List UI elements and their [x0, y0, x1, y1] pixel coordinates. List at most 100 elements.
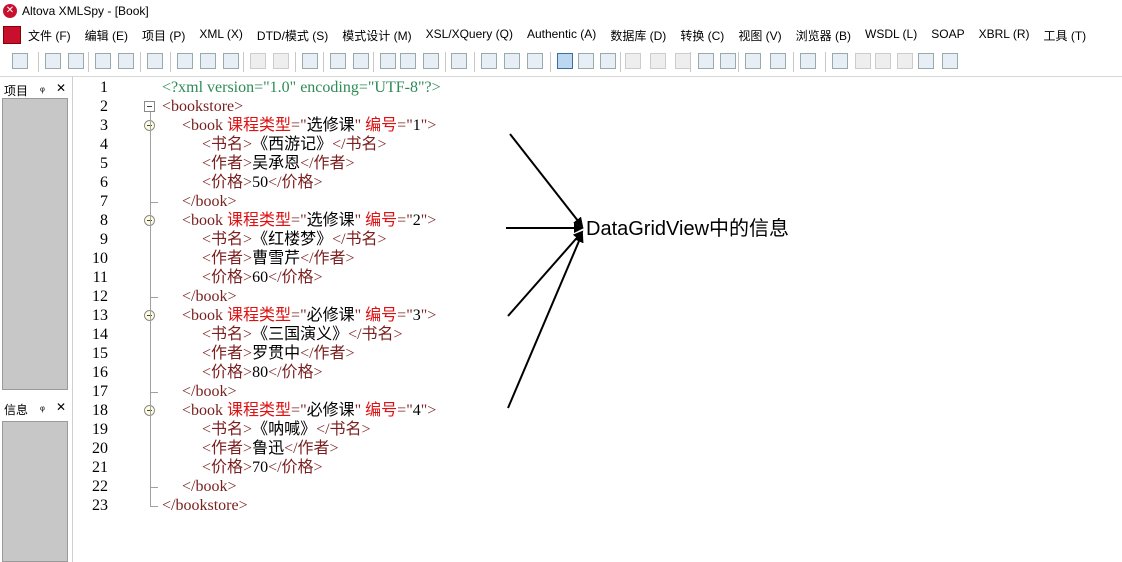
line-number: 2 — [100, 98, 108, 115]
toolbar-button[interactable] — [557, 53, 573, 69]
toolbar-button[interactable] — [675, 53, 691, 69]
close-icon[interactable]: ✕ — [56, 400, 66, 414]
code-line: </book> — [182, 193, 237, 210]
code-line: </book> — [182, 288, 237, 305]
toolbar-button[interactable] — [147, 53, 163, 69]
toolbar-button[interactable] — [12, 53, 28, 69]
toolbar-separator — [140, 52, 141, 72]
code-line: <book 课程类型="必修课" 编号="4"> — [182, 402, 437, 419]
toolbar-button[interactable] — [650, 53, 666, 69]
menu-item[interactable]: 工具 (T) — [1044, 27, 1087, 44]
toolbar-button[interactable] — [800, 53, 816, 69]
toolbar-separator — [620, 52, 621, 72]
toolbar-separator — [373, 52, 374, 72]
code-line: <bookstore> — [162, 98, 244, 115]
menu-item[interactable]: 浏览器 (B) — [796, 27, 851, 44]
info-pane-header: 信息 ᵩ ✕ — [0, 399, 70, 417]
toolbar-button[interactable] — [177, 53, 193, 69]
toolbar-separator — [88, 52, 89, 72]
toolbar-button[interactable] — [832, 53, 848, 69]
toolbar-button[interactable] — [698, 53, 714, 69]
toolbar-button[interactable] — [942, 53, 958, 69]
toolbar-button[interactable] — [504, 53, 520, 69]
line-number: 3 — [100, 117, 108, 134]
menu-item[interactable]: 模式设计 (M) — [342, 27, 411, 44]
menu-item[interactable]: XSL/XQuery (Q) — [426, 27, 513, 44]
menu-item[interactable]: XML (X) — [199, 27, 243, 44]
toolbar-button[interactable] — [600, 53, 616, 69]
line-number: 20 — [92, 440, 108, 457]
code-line: <作者>曹雪芹</作者> — [202, 250, 355, 267]
project-pane-body[interactable] — [2, 98, 68, 390]
toolbar-button[interactable] — [95, 53, 111, 69]
toolbar-button[interactable] — [118, 53, 134, 69]
toolbar-button[interactable] — [875, 53, 891, 69]
menu-item[interactable]: 项目 (P) — [142, 27, 185, 44]
line-number: 8 — [100, 212, 108, 229]
toolbar-button[interactable] — [578, 53, 594, 69]
info-pane-body[interactable] — [2, 421, 68, 562]
pin-icon[interactable]: ᵩ — [40, 82, 45, 94]
toolbar-button[interactable] — [423, 53, 439, 69]
toolbar-button[interactable] — [273, 53, 289, 69]
line-number: 4 — [100, 136, 108, 153]
pin-icon[interactable]: ᵩ — [40, 401, 45, 413]
fold-guide-end — [150, 202, 158, 203]
toolbar-button[interactable] — [770, 53, 786, 69]
window-title: Altova XMLSpy - [Book] — [22, 4, 149, 18]
info-pane-title: 信息 — [4, 403, 29, 417]
toolbar-button[interactable] — [353, 53, 369, 69]
toolbar-button[interactable] — [527, 53, 543, 69]
toolbar-button[interactable] — [330, 53, 346, 69]
pane-splitter[interactable] — [72, 76, 73, 562]
line-number: 10 — [92, 250, 108, 267]
line-number: 18 — [92, 402, 108, 419]
code-line: <book 课程类型="必修课" 编号="3"> — [182, 307, 437, 324]
code-line: <书名>《三国演义》</书名> — [202, 326, 403, 343]
line-number: 17 — [92, 383, 108, 400]
line-number: 16 — [92, 364, 108, 381]
toolbar-button[interactable] — [745, 53, 761, 69]
toolbar-button[interactable] — [625, 53, 641, 69]
menu-item[interactable]: 视图 (V) — [738, 27, 781, 44]
toolbar-button[interactable] — [481, 53, 497, 69]
toolbar-button[interactable] — [45, 53, 61, 69]
toolbar-separator — [445, 52, 446, 72]
menu-item[interactable]: 编辑 (E) — [85, 27, 128, 44]
menu-item[interactable]: WSDL (L) — [865, 27, 917, 44]
toolbar-button[interactable] — [68, 53, 84, 69]
title-bar: ✕ Altova XMLSpy - [Book] — [0, 0, 1122, 24]
line-number: 6 — [100, 174, 108, 191]
menu-item[interactable]: DTD/模式 (S) — [257, 27, 328, 44]
menu-item[interactable]: Authentic (A) — [527, 27, 596, 44]
menu-item[interactable]: XBRL (R) — [979, 27, 1030, 44]
toolbar-button[interactable] — [897, 53, 913, 69]
code-line: <book 课程类型="选修课" 编号="2"> — [182, 212, 437, 229]
annotation-label: DataGridView中的信息 — [586, 218, 790, 240]
toolbar-button[interactable] — [400, 53, 416, 69]
toolbar-button[interactable] — [451, 53, 467, 69]
code-line: <?xml version="1.0" encoding="UTF-8"?> — [162, 79, 441, 96]
toolbar-button[interactable] — [380, 53, 396, 69]
toolbar-separator — [243, 52, 244, 72]
document-menu-icon[interactable] — [3, 26, 21, 44]
menu-item[interactable]: SOAP — [931, 27, 964, 44]
close-icon[interactable]: ✕ — [56, 81, 66, 95]
fold-toggle-icon[interactable] — [144, 101, 155, 112]
menu-item[interactable]: 转换 (C) — [680, 27, 724, 44]
toolbar-button[interactable] — [250, 53, 266, 69]
toolbar-button[interactable] — [918, 53, 934, 69]
toolbar-separator — [550, 52, 551, 72]
fold-guide — [150, 112, 151, 506]
toolbar-button[interactable] — [720, 53, 736, 69]
menu-item[interactable]: 数据库 (D) — [610, 27, 666, 44]
code-line: </book> — [182, 383, 237, 400]
line-number: 12 — [92, 288, 108, 305]
menu-item[interactable]: 文件 (F) — [28, 27, 71, 44]
toolbar-button[interactable] — [223, 53, 239, 69]
code-line: <价格>60</价格> — [202, 269, 323, 286]
toolbar-button[interactable] — [302, 53, 318, 69]
toolbar-button[interactable] — [200, 53, 216, 69]
toolbar-button[interactable] — [855, 53, 871, 69]
line-number: 15 — [92, 345, 108, 362]
